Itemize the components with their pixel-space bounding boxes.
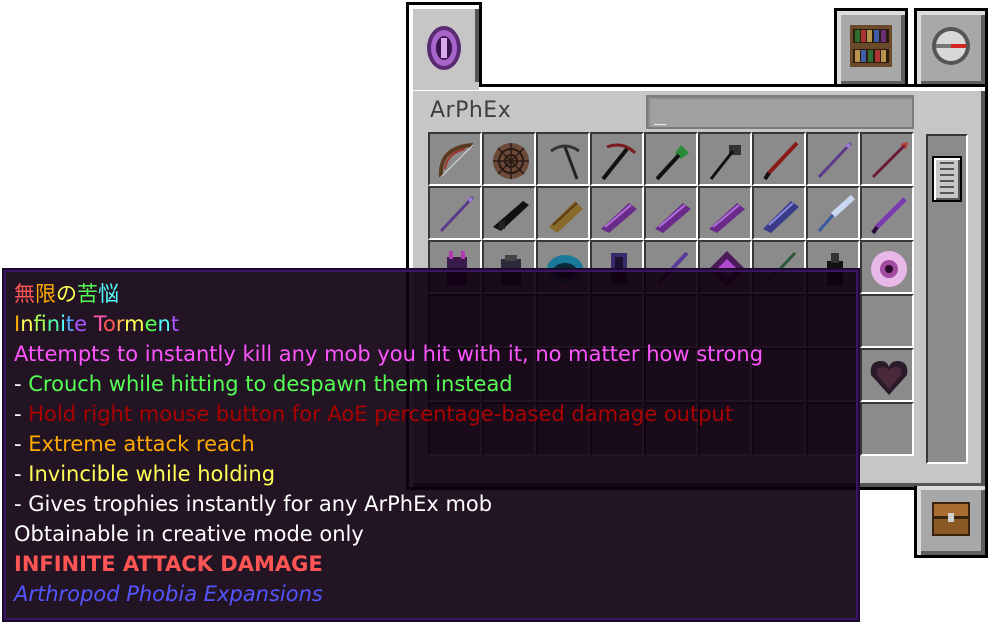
tab-joint	[409, 82, 479, 90]
tab-bookshelf[interactable]	[834, 8, 908, 88]
inventory-slot[interactable]	[860, 402, 914, 456]
inventory-slot[interactable]	[482, 132, 536, 186]
chest-icon	[931, 499, 971, 543]
inventory-slot[interactable]	[860, 132, 914, 186]
tooltip-obtain-note: Obtainable in creative mode only	[14, 522, 364, 546]
feature-text: Extreme attack reach	[28, 432, 255, 456]
inventory-slot[interactable]	[806, 132, 860, 186]
tooltip-feature-line: - Crouch while hitting to despawn them i…	[14, 369, 858, 399]
ender-eye-purple-icon	[424, 24, 464, 76]
feature-text: Crouch while hitting to despawn them ins…	[28, 372, 513, 396]
search-input[interactable]: _	[646, 95, 914, 129]
inventory-slot[interactable]	[860, 240, 914, 294]
scrollbar[interactable]	[926, 134, 968, 464]
tooltip-feature-line: - Gives trophies instantly for any ArPhE…	[14, 489, 858, 519]
inventory-slot[interactable]	[428, 186, 482, 240]
inventory-slot[interactable]	[698, 132, 752, 186]
tooltip-mod-name: Arthropod Phobia Expansions	[14, 582, 323, 606]
inventory-slot[interactable]	[590, 186, 644, 240]
inventory-slot[interactable]	[698, 186, 752, 240]
compass-icon	[930, 25, 972, 71]
inventory-title: ArPhEx	[430, 98, 512, 123]
tooltip-item-name: Infinite Torment	[14, 312, 180, 336]
inventory-slot[interactable]	[752, 186, 806, 240]
scroll-thumb[interactable]	[932, 156, 962, 202]
inventory-slot[interactable]	[428, 132, 482, 186]
feature-bullet: -	[14, 492, 29, 516]
tooltip-feature-line: - Hold right mouse button for AoE percen…	[14, 399, 858, 429]
inventory-slot[interactable]	[860, 186, 914, 240]
feature-bullet: -	[14, 372, 29, 396]
tab-compass[interactable]	[914, 8, 988, 88]
feature-text: Gives trophies instantly for any ArPhEx …	[28, 492, 493, 516]
feature-bullet: -	[14, 402, 29, 426]
tooltip-jp-title: 無限の苦悩	[14, 282, 119, 306]
tab-arphex[interactable]	[406, 2, 482, 94]
tooltip-description: Attempts to instantly kill any mob you h…	[14, 342, 764, 366]
feature-bullet: -	[14, 462, 29, 486]
inventory-slot[interactable]	[536, 186, 590, 240]
bookshelf-icon	[850, 25, 892, 71]
inventory-slot[interactable]	[860, 348, 914, 402]
feature-text: Hold right mouse button for AoE percenta…	[28, 402, 734, 426]
tooltip-feature-line: - Invincible while holding	[14, 459, 858, 489]
tooltip-damage-note: INFINITE ATTACK DAMAGE	[14, 552, 323, 576]
tooltip-feature-line: - Extreme attack reach	[14, 429, 858, 459]
inventory-slot[interactable]	[590, 132, 644, 186]
feature-bullet: -	[14, 432, 29, 456]
tab-survival-inventory[interactable]	[914, 486, 988, 558]
inventory-slot[interactable]	[536, 132, 590, 186]
inventory-slot[interactable]	[644, 132, 698, 186]
inventory-slot[interactable]	[752, 132, 806, 186]
inventory-slot[interactable]	[806, 186, 860, 240]
feature-text: Invincible while holding	[28, 462, 276, 486]
inventory-slot[interactable]	[482, 186, 536, 240]
item-tooltip: 無限の苦悩 Infinite Torment Attempts to insta…	[2, 268, 860, 622]
inventory-slot[interactable]	[644, 186, 698, 240]
inventory-slot[interactable]	[860, 294, 914, 348]
